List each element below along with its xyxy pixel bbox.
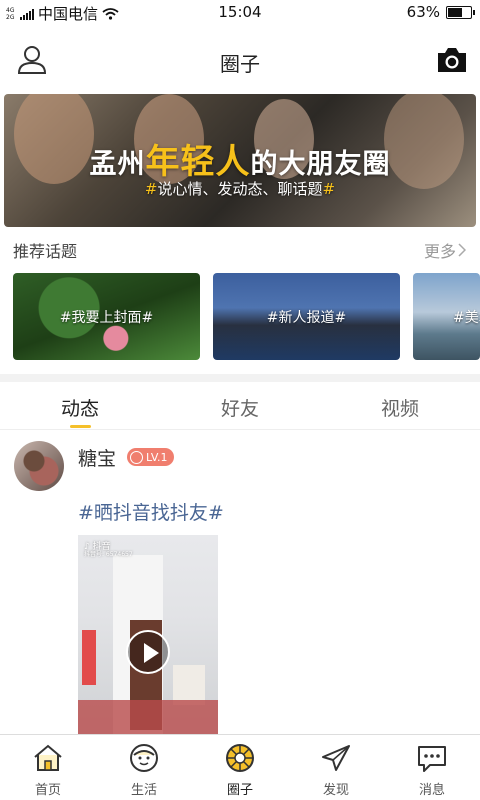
topic-label: #新人报道# bbox=[266, 310, 347, 326]
nav-life[interactable]: 生活 bbox=[96, 735, 192, 800]
topic-card[interactable]: #新人报道# bbox=[213, 273, 400, 360]
battery-icon bbox=[446, 5, 475, 19]
recommended-title: 推荐话题 bbox=[13, 242, 78, 261]
bottom-nav: 首页 生活 圈子 发现 消息 bbox=[0, 734, 480, 800]
tab-indicator bbox=[70, 425, 91, 428]
banner[interactable]: 孟州年轻人的大朋友圈 #说心情、发动态、聊话题# bbox=[4, 94, 476, 227]
section-divider bbox=[0, 374, 480, 382]
camera-icon[interactable] bbox=[436, 46, 468, 74]
nav-circle[interactable]: 圈子 bbox=[192, 735, 288, 800]
tab-videos[interactable]: 视频 bbox=[320, 394, 480, 421]
play-icon[interactable] bbox=[126, 630, 170, 674]
nav-home-label: 首页 bbox=[34, 783, 61, 798]
circle-icon bbox=[226, 744, 254, 772]
message-icon bbox=[418, 746, 446, 772]
topic-label: #我要上封面# bbox=[59, 310, 154, 326]
chevron-right-icon bbox=[458, 243, 466, 257]
topic-card[interactable]: #我要上封面# bbox=[13, 273, 200, 360]
tab-friends[interactable]: 好友 bbox=[160, 394, 320, 421]
banner-title-highlight: 年轻人 bbox=[145, 142, 251, 182]
nav-discover-label: 发现 bbox=[322, 783, 349, 798]
nav-life-label: 生活 bbox=[130, 783, 157, 798]
home-icon bbox=[34, 744, 62, 771]
topic-label: #美术 bbox=[453, 310, 480, 326]
banner-hash-close: # bbox=[322, 180, 336, 198]
nav-messages[interactable]: 消息 bbox=[384, 735, 480, 800]
life-icon bbox=[130, 744, 158, 772]
avatar[interactable] bbox=[14, 441, 64, 491]
header: 圈子 bbox=[0, 24, 480, 92]
feed-tabs: 动态 好友 视频 bbox=[0, 382, 480, 430]
level-badge: LV.1 bbox=[127, 448, 174, 466]
status-bar: 4G 2G 中国电信 15:04 63% bbox=[0, 0, 480, 24]
video-thumbnail[interactable]: ♪ 抖音 抖音号: 6574657 bbox=[78, 535, 218, 735]
banner-hash-open: # bbox=[144, 180, 158, 198]
status-right: 63% bbox=[406, 3, 475, 21]
page-title: 圈子 bbox=[220, 52, 260, 76]
tab-moments[interactable]: 动态 bbox=[0, 394, 160, 421]
nav-circle-label: 圈子 bbox=[226, 783, 253, 798]
level-icon bbox=[130, 450, 143, 464]
banner-subtitle-text: 说心情、发动态、聊话题 bbox=[157, 180, 323, 198]
recommended-header: 推荐话题 更多 bbox=[0, 236, 480, 264]
nav-messages-label: 消息 bbox=[418, 783, 445, 798]
more-label: 更多 bbox=[423, 242, 456, 261]
video-id: 抖音号: 6574657 bbox=[84, 551, 133, 558]
topic-card[interactable]: #美术 bbox=[413, 273, 480, 360]
banner-title: 孟州年轻人的大朋友圈 bbox=[4, 134, 476, 183]
banner-subtitle: #说心情、发动态、聊话题# bbox=[4, 178, 476, 199]
battery-percent: 63% bbox=[406, 3, 440, 21]
level-label: LV.1 bbox=[146, 450, 168, 464]
banner-title-prefix: 孟州 bbox=[89, 149, 146, 180]
banner-title-suffix: 的大朋友圈 bbox=[250, 149, 391, 180]
nav-home[interactable]: 首页 bbox=[0, 735, 96, 800]
post-topic-link[interactable]: #晒抖音找抖友# bbox=[78, 498, 224, 525]
more-link[interactable]: 更多 bbox=[424, 238, 466, 262]
nav-discover[interactable]: 发现 bbox=[288, 735, 384, 800]
discover-icon bbox=[322, 745, 350, 771]
topic-carousel[interactable]: #我要上封面# #新人报道# #美术 bbox=[13, 273, 480, 361]
post-username[interactable]: 糖宝 bbox=[78, 444, 116, 471]
